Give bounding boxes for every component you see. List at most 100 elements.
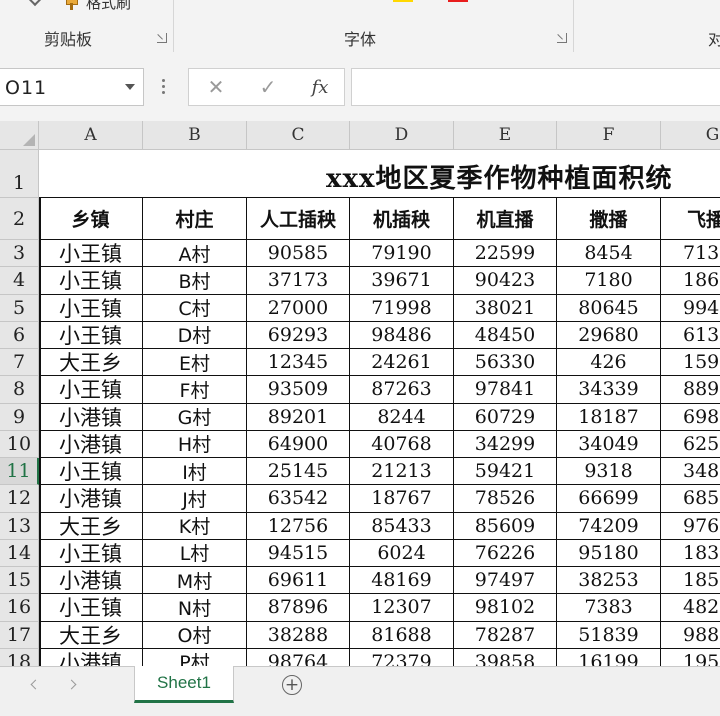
town-cell[interactable]: 小港镇 [39, 430, 143, 458]
font-color-swatch[interactable] [393, 0, 413, 2]
village-cell[interactable]: F村 [143, 376, 247, 404]
value-cell[interactable]: 97841 [454, 376, 557, 404]
column-header-a[interactable]: A [39, 121, 143, 150]
town-cell[interactable]: 小港镇 [39, 567, 143, 595]
row-header-17[interactable]: 17 [0, 621, 39, 649]
clipboard-launcher-icon[interactable] [157, 33, 167, 43]
table-header-cell[interactable]: 人工插秧 [247, 198, 350, 240]
value-cell[interactable]: 99477 [661, 295, 720, 322]
value-cell[interactable]: 93509 [247, 376, 350, 404]
value-cell[interactable]: 88977 [661, 376, 720, 404]
village-cell[interactable]: O村 [143, 621, 247, 649]
value-cell[interactable]: 37173 [247, 267, 350, 295]
value-cell[interactable]: 16199 [557, 648, 661, 666]
value-cell[interactable]: 64900 [247, 430, 350, 458]
row-header-12[interactable]: 12 [0, 485, 39, 513]
value-cell[interactable]: 90423 [454, 267, 557, 295]
value-cell[interactable]: 78287 [454, 621, 557, 649]
value-cell[interactable]: 76226 [454, 539, 557, 567]
chevron-down-icon[interactable] [125, 84, 135, 90]
value-cell[interactable]: 27000 [247, 294, 350, 322]
village-cell[interactable]: D村 [143, 321, 247, 349]
value-cell[interactable]: 62577 [661, 431, 720, 458]
value-cell[interactable]: 85609 [454, 512, 557, 540]
row-header-1[interactable]: 1 [0, 150, 39, 198]
town-cell[interactable]: 小港镇 [39, 403, 143, 431]
insert-function-icon[interactable]: fx [303, 73, 337, 101]
column-header-g[interactable]: G [661, 121, 720, 150]
village-cell[interactable]: A村 [143, 240, 247, 268]
column-header-b[interactable]: B [143, 121, 247, 150]
village-cell[interactable]: C村 [143, 294, 247, 322]
table-header-cell[interactable]: 乡镇 [39, 198, 143, 240]
value-cell[interactable]: 78526 [454, 485, 557, 513]
value-cell[interactable]: 87263 [350, 376, 454, 404]
value-cell[interactable]: 66699 [557, 485, 661, 513]
value-cell[interactable]: 12756 [247, 512, 350, 540]
title-cell[interactable]: xxx地区夏季作物种植面积统 [39, 150, 720, 198]
table-header-cell[interactable]: 村庄 [143, 198, 247, 240]
value-cell[interactable]: 69611 [247, 567, 350, 595]
name-box[interactable]: O11 [0, 68, 144, 106]
value-cell[interactable]: 94515 [247, 539, 350, 567]
row-header-5[interactable]: 5 [0, 294, 39, 322]
value-cell[interactable]: 98877 [661, 622, 720, 649]
town-cell[interactable]: 小王镇 [39, 539, 143, 567]
town-cell[interactable]: 小王镇 [39, 240, 143, 268]
table-header-cell[interactable]: 飞播 [661, 198, 720, 240]
value-cell[interactable]: 18377 [661, 540, 720, 567]
value-cell[interactable]: 19577 [661, 649, 720, 666]
row-header-6[interactable]: 6 [0, 321, 39, 349]
town-cell[interactable]: 小王镇 [39, 458, 143, 486]
row-header-3[interactable]: 3 [0, 240, 39, 268]
value-cell[interactable]: 59421 [454, 458, 557, 486]
sheet-prev-icon[interactable] [30, 679, 41, 690]
town-cell[interactable]: 小王镇 [39, 294, 143, 322]
value-cell[interactable]: 7180 [557, 267, 661, 295]
row-header-8[interactable]: 8 [0, 376, 39, 404]
value-cell[interactable]: 95180 [557, 539, 661, 567]
sheet-tab-sheet1[interactable]: Sheet1 [134, 666, 234, 703]
value-cell[interactable]: 74209 [557, 512, 661, 540]
value-cell[interactable]: 426 [557, 349, 661, 377]
value-cell[interactable]: 39858 [454, 648, 557, 666]
value-cell[interactable]: 18577 [661, 567, 720, 595]
village-cell[interactable]: G村 [143, 403, 247, 431]
value-cell[interactable]: 12345 [247, 349, 350, 377]
value-cell[interactable]: 69877 [661, 404, 720, 431]
value-cell[interactable]: 85433 [350, 512, 454, 540]
value-cell[interactable]: 90585 [247, 240, 350, 268]
value-cell[interactable]: 8244 [350, 403, 454, 431]
row-header-16[interactable]: 16 [0, 594, 39, 622]
value-cell[interactable]: 72379 [350, 648, 454, 666]
value-cell[interactable]: 21213 [350, 458, 454, 486]
value-cell[interactable]: 18677 [661, 267, 720, 295]
value-cell[interactable]: 56330 [454, 349, 557, 377]
column-header-d[interactable]: D [350, 121, 454, 150]
town-cell[interactable]: 小港镇 [39, 485, 143, 513]
value-cell[interactable]: 24261 [350, 349, 454, 377]
village-cell[interactable]: P村 [143, 648, 247, 666]
value-cell[interactable]: 61377 [661, 322, 720, 349]
value-cell[interactable]: 34299 [454, 430, 557, 458]
town-cell[interactable]: 小王镇 [39, 321, 143, 349]
value-cell[interactable]: 48169 [350, 567, 454, 595]
value-cell[interactable]: 98764 [247, 648, 350, 666]
value-cell[interactable]: 63542 [247, 485, 350, 513]
value-cell[interactable]: 69293 [247, 321, 350, 349]
town-cell[interactable]: 大王乡 [39, 512, 143, 540]
value-cell[interactable]: 15977 [661, 349, 720, 377]
value-cell[interactable]: 68577 [661, 485, 720, 513]
spreadsheet-grid[interactable]: xxx地区夏季作物种植面积统 A B C D E F G 1 2 3 4 5 6 7 8 9 10 11 12 13 1… [0, 121, 720, 666]
value-cell[interactable]: 87896 [247, 594, 350, 622]
value-cell[interactable]: 51839 [557, 621, 661, 649]
table-header-cell[interactable]: 机插秧 [350, 198, 454, 240]
village-cell[interactable]: E村 [143, 349, 247, 377]
row-header-14[interactable]: 14 [0, 539, 39, 567]
value-cell[interactable]: 38021 [454, 294, 557, 322]
town-cell[interactable]: 小港镇 [39, 648, 143, 666]
value-cell[interactable]: 60729 [454, 403, 557, 431]
value-cell[interactable]: 97497 [454, 567, 557, 595]
add-sheet-icon[interactable]: + [282, 675, 302, 695]
village-cell[interactable]: I村 [143, 458, 247, 486]
